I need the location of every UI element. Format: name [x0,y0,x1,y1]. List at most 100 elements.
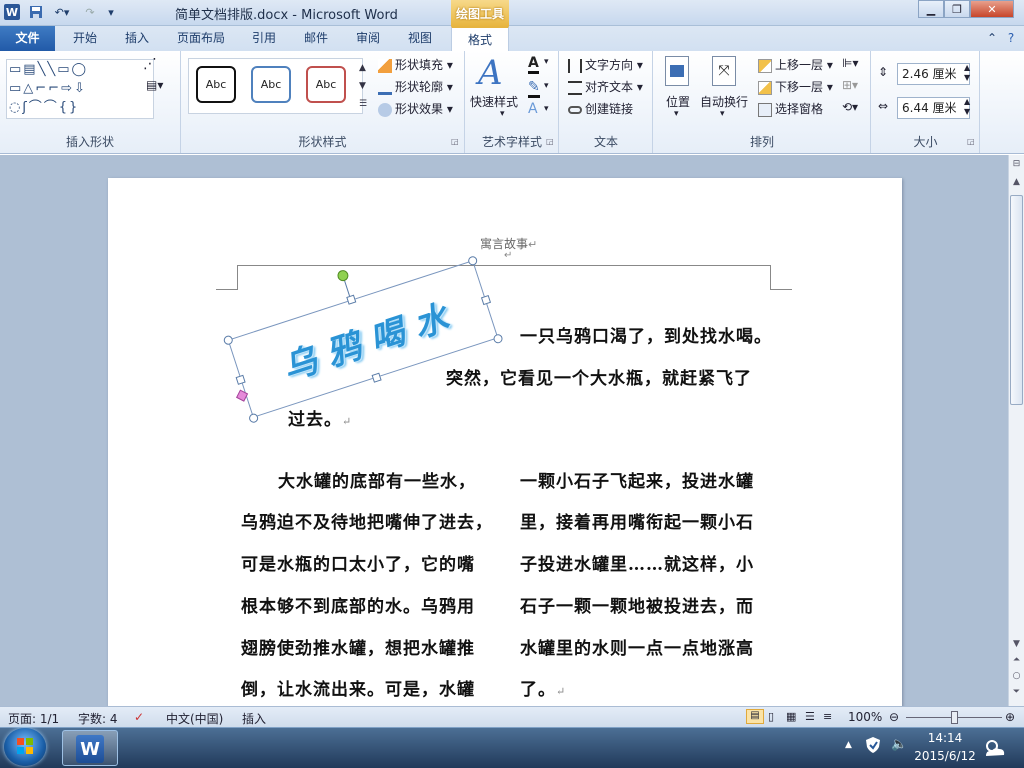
tab-file[interactable]: 文件 [0,26,55,51]
shape-height-input[interactable]: 2.46 厘米 [897,63,970,85]
text-outline-icon[interactable]: ✎ [528,79,540,98]
selection-pane-button[interactable]: 选择窗格 [758,100,823,117]
web-layout-icon[interactable]: ▦ [786,710,796,723]
tab-references[interactable]: 引用 [242,26,286,51]
quick-styles-button[interactable]: 快速样式 [470,93,518,110]
column2-line: 里，接着再用嘴衔起一颗小石 [520,513,754,533]
minimize-ribbon-icon[interactable]: ⌃ [984,26,1000,51]
wordart-shape[interactable]: 乌 鸦 喝 水 [222,255,504,424]
full-screen-reading-icon[interactable]: ▯ [768,710,774,723]
weather-icon[interactable] [980,734,1008,762]
link-icon [568,105,582,114]
select-browse-object-icon[interactable]: ○ [1010,671,1023,685]
tab-review[interactable]: 审阅 [346,26,390,51]
chevron-down-icon[interactable]: ▾ [544,104,549,114]
scroll-down-icon[interactable]: ▼ [1010,639,1023,653]
align-text-button[interactable]: 对齐文本 ▾ [568,78,643,95]
gallery-scroll-icon[interactable]: ▲ ▼ ☰ [359,59,367,113]
page-count[interactable]: 页面: 1/1 [8,710,59,727]
tab-home[interactable]: 开始 [62,26,108,51]
maximize-button[interactable]: ❐ [944,0,970,18]
wrap-text-button[interactable]: 自动换行 [700,93,748,110]
tab-mailings[interactable]: 邮件 [294,26,338,51]
wordart-text[interactable]: 乌 鸦 喝 水 [229,261,500,419]
zoom-in-icon[interactable]: ⊕ [1005,710,1015,724]
document-page[interactable]: 寓言故事↵ ↵ 乌 鸦 喝 水 一只乌鸦口渴了，到处找水喝。 突然，它看见一个大… [108,178,902,706]
group-insert-shapes: ▭▤╲╲▭◯ ▭△⌐⌐⇨⇩ ◌ʃ⌒⌒{} ⋰ ▤▾ 插入形状 [0,51,181,153]
wrap-text-icon[interactable]: ⤧ [712,56,736,86]
group-objects-icon[interactable]: ⊞▾ [842,78,858,92]
draft-view-icon[interactable]: ≡ [823,710,832,723]
language-indicator[interactable]: 中文(中国) [166,710,223,727]
bring-forward-button[interactable]: 上移一层 ▾ [758,56,833,73]
spinner-icon[interactable]: ▲ ▼ [964,97,970,117]
align-icon[interactable]: ⊫▾ [842,56,858,70]
shape-fill-button[interactable]: 形状填充 ▾ [378,56,453,73]
proofing-icon[interactable]: ✓ [134,710,144,724]
tab-insert[interactable]: 插入 [114,26,160,51]
word-count[interactable]: 字数: 4 [78,710,118,727]
shape-height-icon: ⇕ [878,65,889,79]
shape-effects-button[interactable]: 形状效果 ▾ [378,100,453,117]
resize-handle[interactable] [480,295,492,306]
send-backward-button[interactable]: 下移一层 ▾ [758,78,833,95]
clock-time[interactable]: 14:14 [925,731,965,745]
shape-width-input[interactable]: 6.44 厘米 [897,97,970,119]
insert-mode-indicator[interactable]: 插入 [242,710,266,727]
zoom-out-icon[interactable]: ⊖ [889,710,899,724]
chevron-down-icon[interactable]: ▾ [544,57,549,67]
edit-shape-icon[interactable]: ⋰ [143,56,157,72]
tab-page-layout[interactable]: 页面布局 [170,26,232,51]
shape-outline-button[interactable]: 形状轮廓 ▾ [378,78,453,95]
scroll-up-icon[interactable]: ▲ [1010,177,1023,191]
chevron-down-icon[interactable]: ▾ [544,81,549,91]
scrollbar-thumb[interactable] [1010,195,1023,405]
show-hidden-icons-icon[interactable]: ▲ [845,740,852,750]
shape-style-sample[interactable]: Abc [251,66,291,103]
shape-outline-label: 形状轮廓 [395,80,444,94]
text-effects-icon[interactable]: A [528,101,538,117]
next-page-icon[interactable]: ⏷ [1010,687,1023,701]
bring-forward-label: 上移一层 [775,58,824,72]
position-icon[interactable] [665,56,689,86]
spinner-icon[interactable]: ▲ ▼ [964,63,970,83]
zoom-level[interactable]: 100% [848,710,882,724]
paragraph-text: 过去。 [288,410,342,430]
save-icon[interactable] [28,3,44,21]
zoom-slider-thumb[interactable] [951,711,958,724]
position-button[interactable]: 位置 [666,93,690,110]
chevron-down-icon: ▾ [674,109,679,119]
outline-view-icon[interactable]: ☰ [805,710,815,723]
redo-icon[interactable]: ↷ [80,3,100,21]
clock-date[interactable]: 2015/6/12 [908,749,982,763]
shape-style-sample[interactable]: Abc [306,66,346,103]
minimize-button[interactable]: ▁ [918,0,944,18]
rotate-icon[interactable]: ⟲▾ [842,100,858,114]
create-link-button[interactable]: 创建链接 [568,100,633,117]
resize-handle[interactable] [492,333,504,345]
start-button[interactable] [4,728,46,766]
help-icon[interactable]: ? [1002,26,1020,51]
shape-fill-label: 形状填充 [395,58,444,72]
action-center-icon[interactable] [865,736,881,754]
customize-qat-icon[interactable]: ▾ [104,3,118,21]
vertical-scrollbar[interactable]: ⊟ ▲ ▼ ⏶ ○ ⏷ [1008,155,1024,706]
text-direction-button[interactable]: 文字方向 ▾ [568,56,643,73]
ruler-toggle-icon[interactable]: ⊟ [1010,159,1023,171]
shapes-gallery[interactable]: ▭▤╲╲▭◯ ▭△⌐⌐⇨⇩ ◌ʃ⌒⌒{} [6,59,154,119]
tab-view[interactable]: 视图 [398,26,442,51]
text-fill-icon[interactable]: A [528,55,539,74]
quick-styles-icon[interactable]: A [478,53,503,93]
tab-format[interactable]: 格式 [451,26,509,51]
close-button[interactable]: ✕ [970,0,1014,18]
previous-page-icon[interactable]: ⏶ [1010,655,1023,669]
taskbar-word-button[interactable]: W [62,730,118,766]
print-layout-icon[interactable]: ▤ [746,709,764,724]
word-app-icon[interactable]: W [4,4,20,20]
volume-icon[interactable]: 🔈 [891,737,907,752]
undo-icon[interactable]: ↶▾ [50,3,74,21]
text-box-icon[interactable]: ▤▾ [146,78,163,92]
shape-style-sample[interactable]: Abc [196,66,236,103]
bring-forward-icon [758,58,772,73]
rotation-handle[interactable] [335,268,350,283]
